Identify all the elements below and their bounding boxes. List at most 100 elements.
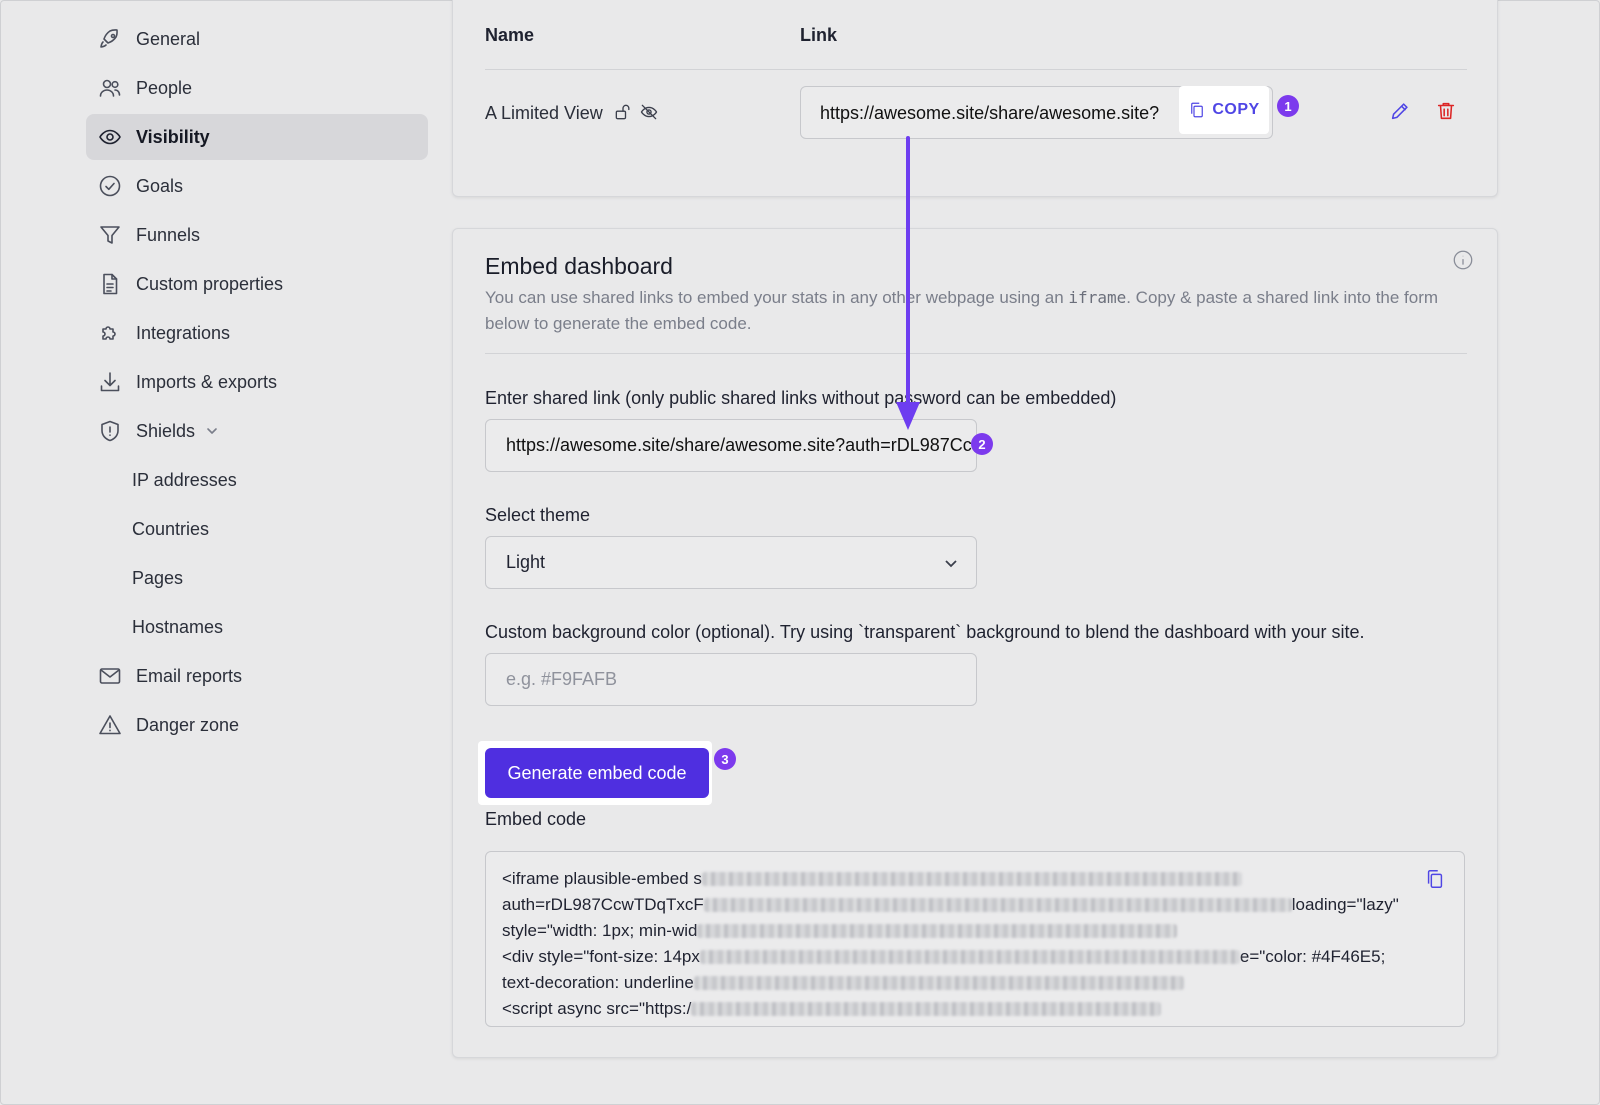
- code-text: style="width: 1px; min-wid: [502, 921, 698, 940]
- sidebar-item-label: Integrations: [136, 322, 231, 343]
- sidebar-item-label: Countries: [132, 518, 210, 539]
- sidebar-item-label: General: [136, 28, 201, 49]
- embed-description: You can use shared links to embed your s…: [485, 285, 1465, 337]
- code-text: <div style="font-size: 14px: [502, 947, 700, 966]
- shared-link-input-value: https://awesome.site/share/awesome.site?…: [506, 435, 976, 455]
- code-line: <iframe plausible-embed s: [502, 866, 1448, 892]
- eye-icon: [98, 125, 122, 149]
- background-color-label: Custom background color (optional). Try …: [485, 622, 1365, 642]
- sidebar-item-pages[interactable]: Pages: [86, 555, 428, 601]
- step-badge-1: 1: [1277, 95, 1299, 117]
- sidebar-item-label: Visibility: [136, 126, 210, 147]
- background-color-placeholder: e.g. #F9FAFB: [506, 669, 618, 689]
- sidebar-item-danger-zone[interactable]: Danger zone: [86, 702, 428, 748]
- table-divider: [485, 69, 1467, 70]
- embed-code-label: Embed code: [485, 809, 587, 829]
- delete-trash-icon[interactable]: [1435, 100, 1459, 124]
- embed-dashboard-title: Embed dashboard: [485, 253, 673, 279]
- mail-icon: [98, 664, 122, 688]
- sidebar-item-funnels[interactable]: Funnels: [86, 212, 428, 258]
- warning-icon: [98, 713, 122, 737]
- sidebar-item-ip-addresses[interactable]: IP addresses: [86, 457, 428, 503]
- sidebar-item-shields[interactable]: Shields: [86, 408, 428, 454]
- shared-link-label: Enter shared link (only public shared li…: [485, 388, 1117, 408]
- redacted-text: [693, 976, 1184, 990]
- sidebar-item-people[interactable]: People: [86, 65, 428, 111]
- shared-link-name-text: A Limited View: [485, 102, 603, 123]
- chevron-down-icon[interactable]: [205, 424, 219, 438]
- shield-icon: [98, 419, 122, 443]
- sidebar-item-general[interactable]: General: [86, 16, 428, 62]
- sidebar-item-label: Danger zone: [136, 714, 240, 735]
- code-line: style="width: 1px; min-wid: [502, 918, 1448, 944]
- code-text: text-decoration: underline: [502, 973, 694, 992]
- code-text: e="color: #4F46E5;: [1239, 947, 1386, 966]
- sidebar-item-custom-properties[interactable]: Custom properties: [86, 261, 428, 307]
- sidebar-item-label: Custom properties: [136, 273, 284, 294]
- copy-link-label: COPY: [1212, 101, 1260, 118]
- sidebar-item-label: Funnels: [136, 224, 201, 245]
- copy-link-button[interactable]: COPY: [1179, 86, 1269, 134]
- sidebar-item-label: IP addresses: [132, 469, 237, 490]
- shared-link-name: A Limited View: [485, 102, 661, 124]
- sidebar-item-label: Imports & exports: [136, 371, 278, 392]
- puzzle-icon: [98, 321, 122, 345]
- sidebar-item-hostnames[interactable]: Hostnames: [86, 604, 428, 650]
- shared-link-url-text: https://awesome.site/share/awesome.site?: [820, 103, 1160, 123]
- theme-select[interactable]: Light: [485, 536, 977, 589]
- code-line: <div style="font-size: 14px e="color: #4F…: [502, 944, 1448, 970]
- shared-link-input[interactable]: https://awesome.site/share/awesome.site?…: [485, 419, 977, 472]
- code-line: auth=rDL987CcwTDqTxcF loading="lazy": [502, 892, 1448, 918]
- code-text: <script async src="https:/: [502, 999, 692, 1018]
- eye-off-icon: [639, 102, 661, 124]
- sidebar-item-label: Shields: [136, 420, 196, 441]
- embed-dashboard-card: Embed dashboard You can use shared links…: [452, 228, 1498, 1058]
- sidebar-item-imports-exports[interactable]: Imports & exports: [86, 359, 428, 405]
- unlock-icon: [613, 102, 635, 124]
- theme-select-value: Light: [506, 552, 546, 572]
- background-color-input[interactable]: e.g. #F9FAFB: [485, 653, 977, 706]
- download-icon: [98, 370, 122, 394]
- sidebar-item-goals[interactable]: Goals: [86, 163, 428, 209]
- desc-text-1: You can use shared links to embed your s…: [485, 288, 1069, 307]
- sidebar-item-countries[interactable]: Countries: [86, 506, 428, 552]
- funnel-icon: [98, 223, 122, 247]
- code-text: <iframe plausible-embed s: [502, 869, 702, 888]
- info-icon[interactable]: [1452, 249, 1476, 273]
- copy-icon: [1191, 102, 1204, 118]
- sidebar-item-label: Pages: [132, 567, 184, 588]
- sidebar-item-integrations[interactable]: Integrations: [86, 310, 428, 356]
- people-icon: [98, 76, 122, 100]
- code-line: text-decoration: underline: [502, 970, 1448, 996]
- chevron-down-icon: [942, 554, 960, 572]
- section-divider: [485, 353, 1467, 354]
- sidebar-item-visibility[interactable]: Visibility: [86, 114, 428, 160]
- column-header-name: Name: [485, 25, 535, 45]
- theme-label: Select theme: [485, 505, 591, 525]
- redacted-text: [701, 872, 1242, 886]
- shared-links-card: Name Link A Limited View https://awesome…: [452, 0, 1498, 197]
- sidebar-item-label: Email reports: [136, 665, 243, 686]
- copy-code-icon[interactable]: [1424, 868, 1448, 892]
- step-badge-2: 2: [971, 433, 993, 455]
- redacted-text: [699, 950, 1240, 964]
- check-circle-icon: [98, 174, 122, 198]
- generate-embed-code-label: Generate embed code: [507, 762, 687, 783]
- document-icon: [98, 272, 122, 296]
- sidebar-item-label: Goals: [136, 175, 184, 196]
- desc-code: iframe: [1068, 288, 1127, 307]
- step-badge-3: 3: [714, 748, 736, 770]
- code-text: loading="lazy": [1291, 895, 1399, 914]
- sidebar-item-email-reports[interactable]: Email reports: [86, 653, 428, 699]
- rocket-icon: [98, 27, 122, 51]
- generate-embed-code-button[interactable]: Generate embed code: [485, 748, 709, 798]
- edit-pencil-icon[interactable]: [1389, 100, 1413, 124]
- sidebar-item-label: People: [136, 77, 193, 98]
- settings-sidebar: General People Visibility Goals Funnels …: [86, 16, 428, 751]
- code-line: <script async src="https:/: [502, 996, 1448, 1022]
- embed-code-textarea[interactable]: <iframe plausible-embed s auth=rDL987Ccw…: [485, 851, 1465, 1027]
- redacted-text: [703, 898, 1292, 912]
- code-text: auth=rDL987CcwTDqTxcF: [502, 895, 704, 914]
- column-header-link: Link: [800, 25, 838, 45]
- redacted-text: [691, 1002, 1162, 1016]
